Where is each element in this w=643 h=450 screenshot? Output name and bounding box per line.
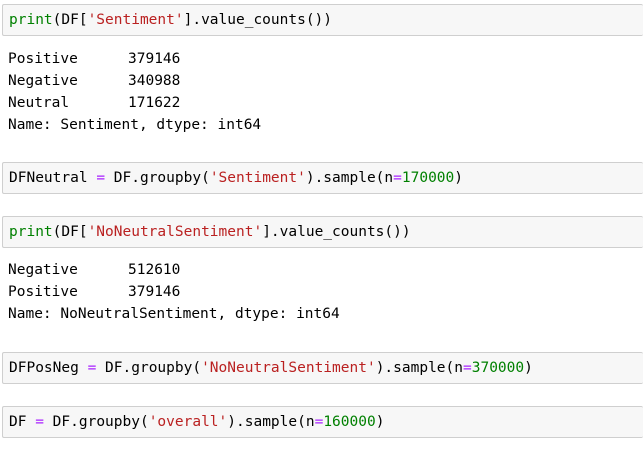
code-number: 160000: [323, 414, 376, 430]
code-operator: =: [463, 360, 472, 376]
code-cell-2-input[interactable]: DFNeutral = DF.groupby('Sentiment').samp…: [2, 162, 643, 194]
code-cell-1-input[interactable]: print(DF['Sentiment'].value_counts()): [2, 4, 643, 36]
code-string: 'Sentiment': [209, 170, 306, 186]
code-string: 'Sentiment': [87, 12, 184, 28]
code-cell-3-output: Negative 512610 Positive 379146 Name: NoNeut…: [8, 259, 340, 325]
output-value: 340988: [128, 73, 181, 89]
output-value: 379146: [128, 284, 181, 300]
code-token: ].value_counts()): [183, 12, 333, 28]
code-token: DF.groupby(: [96, 360, 202, 376]
code-cell-3-input[interactable]: print(DF['NoNeutralSentiment'].value_cou…: [2, 216, 643, 248]
output-footer: Name: NoNeutralSentiment, dtype: int64: [8, 306, 340, 322]
output-label: Neutral: [8, 95, 70, 111]
code-number: 370000: [471, 360, 525, 376]
code-string: 'NoNeutralSentiment': [201, 360, 376, 376]
code-token: DFPosNeg: [9, 360, 88, 376]
code-string: 'NoNeutralSentiment': [87, 224, 263, 240]
code-token: ): [524, 360, 533, 376]
code-cell-5-input[interactable]: DF = DF.groupby('overall').sample(n=1600…: [2, 406, 643, 438]
code-token: (DF[: [52, 12, 88, 28]
output-row: Positive 379146: [8, 281, 340, 303]
code-operator: =: [35, 414, 44, 430]
output-label: Positive: [8, 51, 78, 67]
code-token: ].value_counts()): [262, 224, 411, 240]
output-label: Positive: [8, 284, 78, 300]
code-token: DFNeutral: [9, 170, 97, 186]
code-operator: =: [393, 170, 402, 186]
code-token: DF: [9, 414, 36, 430]
output-value: 171622: [128, 95, 181, 111]
code-cell-4-input[interactable]: DFPosNeg = DF.groupby('NoNeutralSentimen…: [2, 352, 643, 384]
code-token: ): [454, 170, 464, 186]
code-token: ).sample(n: [305, 170, 394, 186]
code-number: 170000: [401, 170, 455, 186]
code-token: ).sample(n: [227, 414, 315, 430]
output-value: 379146: [128, 51, 181, 67]
code-string: 'overall': [148, 414, 228, 430]
code-token: (DF[: [52, 224, 88, 240]
code-operator: =: [87, 360, 97, 376]
code-cell-1-output: Positive 379146 Negative 340988 Neutral 17162…: [8, 48, 261, 136]
output-value: 512610: [128, 262, 181, 278]
output-row: Negative 340988: [8, 70, 261, 92]
output-label: Negative: [8, 262, 78, 278]
output-footer: Name: Sentiment, dtype: int64: [8, 117, 262, 133]
code-token: DF.groupby(: [43, 414, 149, 430]
code-token: print: [9, 12, 53, 28]
code-token: DF.groupby(: [105, 170, 210, 186]
code-token: ): [375, 414, 385, 430]
code-token: print: [9, 224, 53, 240]
code-token: ).sample(n: [375, 360, 463, 376]
output-label: Negative: [8, 73, 78, 89]
output-row: Neutral 171622: [8, 92, 261, 114]
output-row: Positive 379146: [8, 48, 261, 70]
code-operator: =: [96, 170, 106, 186]
output-row: Negative 512610: [8, 259, 340, 281]
